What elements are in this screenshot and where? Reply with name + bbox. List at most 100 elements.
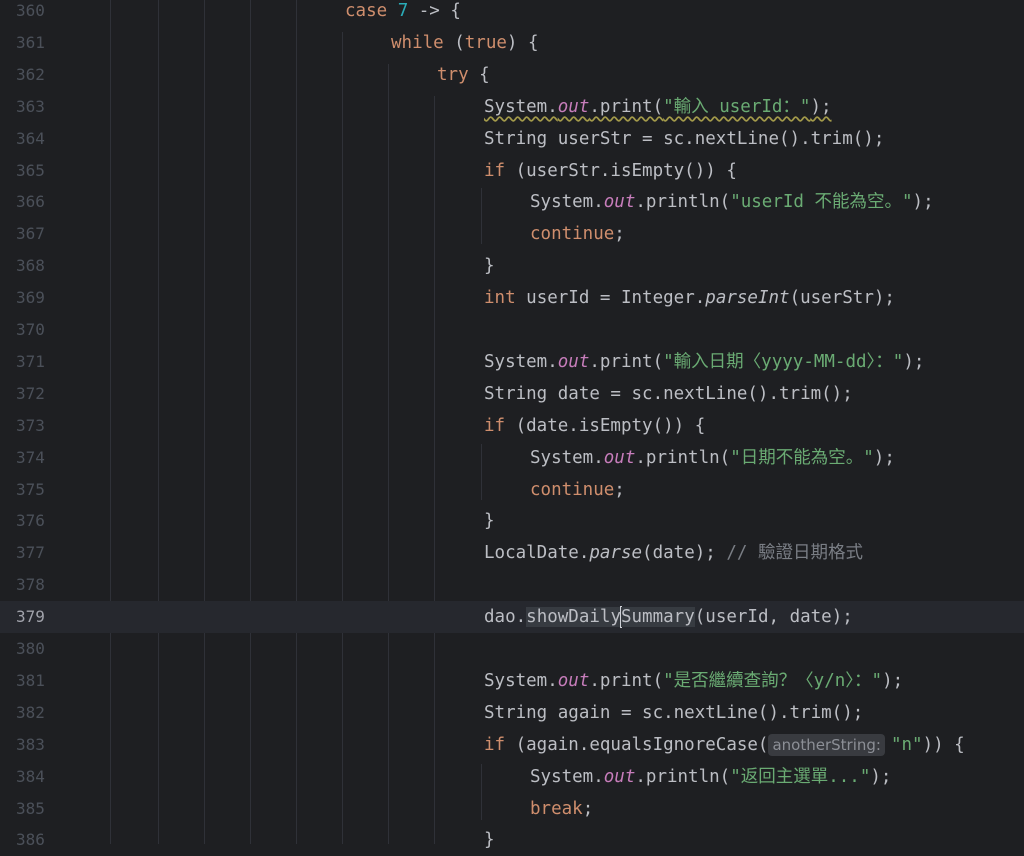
code-text[interactable]: System.out.println("日期不能為空。"); — [530, 442, 895, 474]
line-number[interactable]: 386 — [0, 824, 68, 856]
code-line[interactable]: 364 String userStr = sc.nextLine().trim()… — [0, 123, 1024, 155]
line-number[interactable]: 372 — [0, 378, 68, 410]
code-line[interactable]: 366 System.out.println("userId 不能為空。"); — [0, 186, 1024, 218]
line-number[interactable]: 361 — [0, 27, 68, 59]
line-number[interactable]: 374 — [0, 442, 68, 474]
code-line[interactable]: 363 System.out.print("輸入 userId："); — [0, 91, 1024, 123]
code-token: // 驗證日期格式 — [726, 543, 863, 564]
code-token: parseInt — [705, 288, 790, 309]
line-number[interactable]: 385 — [0, 793, 68, 825]
code-line[interactable]: 382 String again = sc.nextLine().trim(); — [0, 697, 1024, 729]
code-text[interactable]: dao.showDailySummary(userId, date); — [484, 601, 853, 633]
code-text[interactable]: String userStr = sc.nextLine().trim(); — [484, 123, 884, 155]
code-token: { — [479, 64, 490, 85]
code-token: .println( — [635, 192, 731, 213]
line-number[interactable]: 381 — [0, 665, 68, 697]
code-text[interactable]: String again = sc.nextLine().trim(); — [484, 697, 863, 729]
code-line[interactable]: 362 try { — [0, 59, 1024, 91]
code-text[interactable]: } — [484, 824, 495, 856]
code-line[interactable]: 360 case 7 -> { — [0, 0, 1024, 27]
code-text[interactable]: System.out.println("userId 不能為空。"); — [530, 186, 934, 218]
code-text[interactable]: if (userStr.isEmpty()) { — [484, 155, 737, 187]
line-number[interactable]: 365 — [0, 155, 68, 187]
code-text[interactable]: System.out.print("輸入 userId："); — [484, 91, 832, 123]
code-token: } — [484, 830, 495, 851]
code-token: String again = sc.nextLine().trim(); — [484, 702, 864, 723]
code-token: if — [484, 734, 516, 755]
code-line[interactable]: 380 — [0, 633, 1024, 665]
line-number[interactable]: 383 — [0, 729, 68, 761]
code-line[interactable]: 371 System.out.print("輸入日期〈yyyy-MM-dd〉：")… — [0, 346, 1024, 378]
code-token: out — [557, 351, 590, 372]
code-text[interactable]: String date = sc.nextLine().trim(); — [484, 378, 853, 410]
code-line[interactable]: 373 if (date.isEmpty()) { — [0, 410, 1024, 442]
line-number[interactable]: 377 — [0, 537, 68, 569]
code-line[interactable]: 365 if (userStr.isEmpty()) { — [0, 155, 1024, 187]
code-text[interactable]: break; — [530, 793, 593, 825]
line-number[interactable]: 366 — [0, 186, 68, 218]
code-text[interactable]: if (date.isEmpty()) { — [484, 410, 705, 442]
parameter-hint: anotherString: — [768, 733, 885, 756]
line-number[interactable]: 376 — [0, 505, 68, 537]
code-text[interactable]: case 7 -> { — [345, 0, 461, 27]
line-number[interactable]: 371 — [0, 346, 68, 378]
code-line[interactable]: 368} — [0, 250, 1024, 282]
code-text[interactable]: } — [484, 505, 495, 537]
code-editor[interactable]: 360 case 7 -> {361 while (true) {362 try {3… — [0, 0, 1024, 850]
code-text[interactable]: continue; — [530, 474, 625, 506]
code-line[interactable]: 379 dao.showDailySummary(userId, date); — [0, 601, 1024, 634]
code-line[interactable]: 381 System.out.print("是否繼續查詢？〈y/n〉："); — [0, 665, 1024, 697]
line-number[interactable]: 370 — [0, 314, 68, 346]
code-token: (date.isEmpty()) { — [515, 415, 706, 436]
line-number[interactable]: 367 — [0, 218, 68, 250]
line-number[interactable]: 360 — [0, 0, 68, 27]
line-number[interactable]: 375 — [0, 474, 68, 506]
code-line[interactable]: 383 if (again.equalsIgnoreCase(anotherStr… — [0, 729, 1024, 761]
code-text[interactable]: System.out.print("輸入日期〈yyyy-MM-dd〉："); — [484, 346, 924, 378]
code-line[interactable]: 372 String date = sc.nextLine().trim(); — [0, 378, 1024, 410]
code-token: -> { — [408, 1, 461, 21]
line-number[interactable]: 378 — [0, 569, 68, 601]
code-token: "日期不能為空。" — [730, 447, 874, 468]
code-text[interactable]: try { — [437, 59, 490, 91]
code-text[interactable]: } — [484, 250, 495, 282]
code-line[interactable]: 367 continue; — [0, 218, 1024, 250]
line-number[interactable]: 363 — [0, 91, 68, 123]
code-token: "n" — [890, 734, 923, 755]
line-number[interactable]: 379 — [0, 601, 68, 633]
line-number[interactable]: 368 — [0, 250, 68, 282]
code-line[interactable]: 377 LocalDate.parse(date); // 驗證日期格式 — [0, 537, 1024, 569]
code-text[interactable]: int userId = Integer.parseInt(userStr); — [484, 282, 895, 314]
line-number[interactable]: 362 — [0, 59, 68, 91]
code-line[interactable]: 369 int userId = Integer.parseInt(userStr… — [0, 282, 1024, 314]
code-token: if — [484, 415, 516, 436]
line-number[interactable]: 373 — [0, 410, 68, 442]
code-line[interactable]: 378 — [0, 569, 1024, 601]
code-token: .print( — [589, 96, 664, 117]
code-line[interactable]: 361 while (true) { — [0, 27, 1024, 59]
line-number[interactable]: 369 — [0, 282, 68, 314]
code-text[interactable]: LocalDate.parse(date); // 驗證日期格式 — [484, 537, 863, 569]
code-token: ); — [870, 766, 892, 787]
code-text[interactable]: System.out.println("返回主選單..."); — [530, 761, 891, 793]
code-token: (userStr); — [789, 288, 895, 309]
code-text[interactable]: continue; — [530, 218, 625, 250]
line-number[interactable]: 380 — [0, 633, 68, 665]
code-token: "輸入 userId：" — [663, 96, 811, 117]
code-line[interactable]: 375 continue; — [0, 474, 1024, 506]
code-text[interactable]: while (true) { — [391, 27, 539, 59]
code-token: continue — [530, 224, 615, 245]
code-line[interactable]: 384 System.out.println("返回主選單..."); — [0, 761, 1024, 793]
line-number[interactable]: 384 — [0, 761, 68, 793]
code-text[interactable]: System.out.print("是否繼續查詢？〈y/n〉："); — [484, 665, 903, 697]
code-token: showDaily — [526, 607, 621, 628]
code-line[interactable]: 370 — [0, 314, 1024, 346]
code-line[interactable]: 376} — [0, 505, 1024, 537]
line-number[interactable]: 364 — [0, 123, 68, 155]
code-line[interactable]: 385 break; — [0, 793, 1024, 825]
line-number[interactable]: 382 — [0, 697, 68, 729]
code-line[interactable]: 386} — [0, 824, 1024, 856]
code-token: "輸入日期〈yyyy-MM-dd〉：" — [663, 351, 904, 372]
code-text[interactable]: if (again.equalsIgnoreCase(anotherString… — [484, 729, 965, 761]
code-line[interactable]: 374 System.out.println("日期不能為空。"); — [0, 442, 1024, 474]
